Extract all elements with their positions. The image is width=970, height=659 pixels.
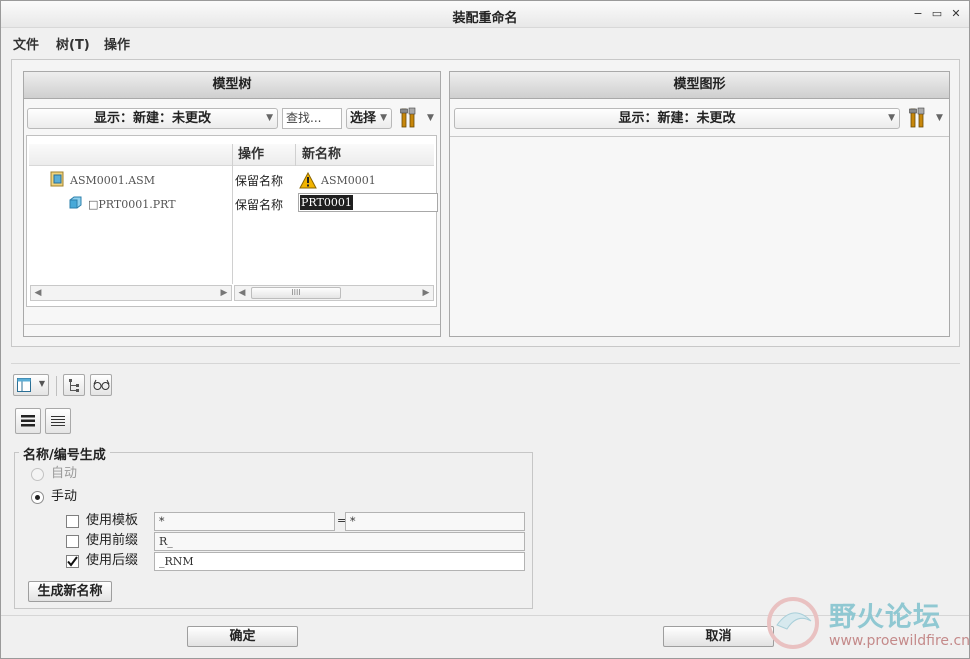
- tools-chevron-down-icon[interactable]: ▼: [427, 113, 434, 123]
- find-input[interactable]: 查找...: [282, 108, 342, 129]
- show-all-button[interactable]: [15, 408, 41, 434]
- new-name-selected-text: PRT0001: [300, 195, 353, 210]
- chevron-down-icon: ▼: [380, 113, 387, 123]
- layout-icon: [17, 378, 31, 392]
- minimize-button[interactable]: −: [911, 7, 925, 21]
- toolbar-separator: [56, 376, 57, 396]
- panel-divider: [24, 324, 440, 325]
- details-scrollbar[interactable]: ◀ IIII ▶: [234, 285, 434, 301]
- tree-display-dropdown[interactable]: 显示：新建：未更改 ▼: [27, 108, 278, 129]
- tree-structure-button[interactable]: [63, 374, 85, 396]
- chevron-down-icon: ▼: [38, 379, 45, 388]
- tools-chevron-down-icon[interactable]: ▼: [936, 113, 943, 123]
- list-filled-icon: [21, 415, 35, 427]
- select-label: 选择: [350, 111, 377, 126]
- scroll-right-arrow-icon[interactable]: ▶: [217, 286, 231, 300]
- graphics-divider: [450, 136, 949, 137]
- tree-table: 操作 新名称 ASM0001.ASM 保留名称 ASM0001 □PRT0001…: [26, 135, 438, 307]
- chevron-down-icon: ▼: [888, 113, 895, 123]
- column-header-new-name[interactable]: 新名称: [302, 144, 341, 166]
- section-divider: [11, 363, 960, 364]
- checkmark-icon: [67, 556, 78, 567]
- select-dropdown[interactable]: 选择 ▼: [346, 108, 392, 129]
- model-tree-title: 模型树: [24, 72, 440, 99]
- suffix-input[interactable]: _RNM: [154, 552, 525, 571]
- part-icon: [69, 196, 82, 209]
- assembly-rename-window: 装配重命名 − ▭ ✕ 文件 树(T) 操作 模型树 显示：新建：未更改 ▼ 查…: [0, 0, 970, 659]
- use-prefix-checkbox[interactable]: [66, 535, 79, 548]
- layout-dropdown-button[interactable]: ▼: [13, 374, 49, 396]
- close-button[interactable]: ✕: [949, 7, 963, 21]
- use-template-checkbox[interactable]: [66, 515, 79, 528]
- model-tree-panel: 模型树 显示：新建：未更改 ▼ 查找... 选择 ▼ ▼ 操作 新名称 ASM0…: [23, 71, 441, 337]
- name-generation-title: 名称/编号生成: [19, 444, 110, 463]
- ok-button[interactable]: 确定: [187, 626, 298, 647]
- tree-display-label: 显示：新建：未更改: [93, 111, 211, 126]
- template-left-input[interactable]: *: [154, 512, 335, 531]
- maximize-button[interactable]: ▭: [930, 7, 944, 21]
- use-template-label: 使用模板: [86, 513, 139, 528]
- title-bar: 装配重命名 − ▭ ✕: [1, 1, 969, 28]
- warning-icon: [299, 172, 317, 189]
- scroll-right-arrow-icon[interactable]: ▶: [419, 286, 433, 300]
- watermark-url: www.proewildfire.cn: [829, 633, 970, 649]
- use-suffix-checkbox[interactable]: [66, 555, 79, 568]
- show-list-button[interactable]: [45, 408, 71, 434]
- forum-watermark: 野火论坛 www.proewildfire.cn: [763, 593, 970, 655]
- preview-button[interactable]: [90, 374, 112, 396]
- model-graphics-panel: 模型图形 显示：新建：未更改 ▼ ▼: [449, 71, 950, 337]
- tree-structure-icon: [69, 379, 79, 392]
- chevron-down-icon: ▼: [266, 113, 273, 123]
- use-prefix-label: 使用前缀: [86, 533, 139, 548]
- tree-row-operation[interactable]: 保留名称: [235, 173, 283, 189]
- menu-file[interactable]: 文件: [13, 34, 39, 53]
- graphics-display-dropdown[interactable]: 显示：新建：未更改 ▼: [454, 108, 900, 129]
- column-divider: [295, 144, 296, 166]
- tree-row-new-name[interactable]: ASM0001: [321, 173, 376, 189]
- new-name-input[interactable]: PRT0001: [298, 193, 438, 212]
- name-column-scrollbar[interactable]: ◀ ▶: [30, 285, 232, 301]
- scrollbar-thumb[interactable]: IIII: [251, 287, 341, 299]
- tree-row-name[interactable]: ASM0001.ASM: [70, 173, 155, 189]
- tools-icon[interactable]: [400, 107, 418, 129]
- graphics-display-label: 显示：新建：未更改: [618, 111, 736, 126]
- column-divider: [232, 144, 233, 284]
- cancel-button[interactable]: 取消: [663, 626, 774, 647]
- menu-operation[interactable]: 操作: [104, 34, 130, 53]
- generate-new-names-button[interactable]: 生成新名称: [28, 581, 112, 602]
- glasses-icon: [93, 379, 110, 390]
- manual-label: 手动: [51, 489, 78, 504]
- scroll-left-arrow-icon[interactable]: ◀: [235, 286, 249, 300]
- auto-radio[interactable]: [31, 468, 44, 481]
- scroll-left-arrow-icon[interactable]: ◀: [31, 286, 45, 300]
- column-header-operation[interactable]: 操作: [238, 144, 264, 166]
- watermark-logo-icon: [767, 597, 819, 649]
- template-right-input[interactable]: *: [345, 512, 525, 531]
- auto-label: 自动: [51, 466, 78, 481]
- manual-radio[interactable]: [31, 491, 44, 504]
- window-title: 装配重命名: [452, 11, 518, 26]
- menu-bar: 文件 树(T) 操作: [1, 29, 969, 55]
- tools-icon[interactable]: [909, 107, 927, 129]
- menu-tree[interactable]: 树(T): [56, 34, 90, 53]
- use-suffix-label: 使用后缀: [86, 553, 139, 568]
- list-lines-icon: [51, 416, 65, 426]
- main-area: 模型树 显示：新建：未更改 ▼ 查找... 选择 ▼ ▼ 操作 新名称 ASM0…: [11, 59, 960, 347]
- tree-row-operation[interactable]: 保留名称: [235, 197, 283, 213]
- prefix-input[interactable]: R_: [154, 532, 525, 551]
- watermark-text: 野火论坛: [829, 602, 941, 633]
- tree-row-name[interactable]: □PRT0001.PRT: [88, 197, 176, 213]
- model-graphics-title: 模型图形: [450, 72, 949, 99]
- radio-selected-dot: [35, 495, 40, 500]
- assembly-icon: [50, 171, 64, 187]
